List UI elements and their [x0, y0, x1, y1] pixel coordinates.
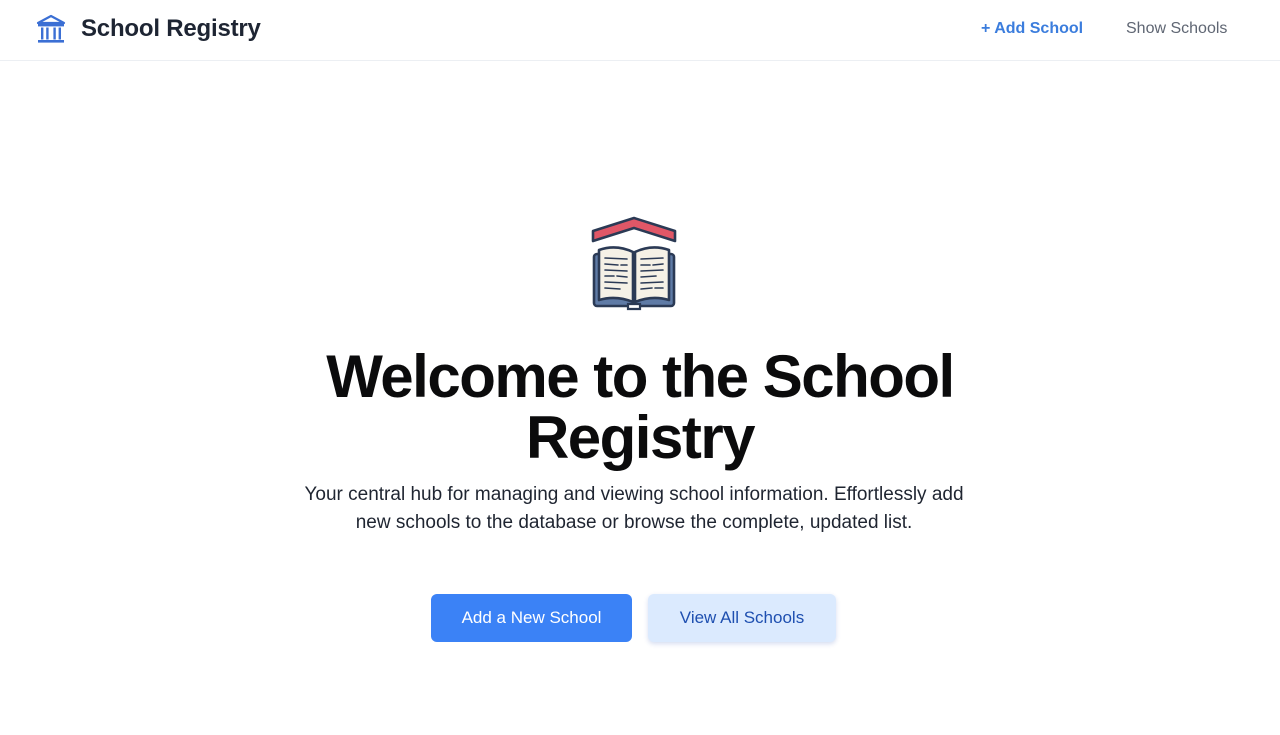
open-book-roof-icon [591, 216, 677, 311]
nav-show-schools-link[interactable]: Show Schools [1126, 19, 1227, 39]
top-navbar: School Registry + Add School Show School… [0, 0, 1280, 61]
nav-add-school-link[interactable]: + Add School [981, 19, 1083, 39]
hero-subtitle: Your central hub for managing and viewin… [304, 484, 964, 533]
hero-title: Welcome to the School Registry [326, 343, 955, 471]
brand[interactable]: School Registry [35, 13, 261, 45]
add-new-school-button[interactable]: Add a New School [431, 594, 632, 642]
view-all-schools-button[interactable]: View All Schools [648, 594, 836, 642]
brand-title: School Registry [81, 15, 261, 42]
bank-building-icon [36, 14, 66, 43]
